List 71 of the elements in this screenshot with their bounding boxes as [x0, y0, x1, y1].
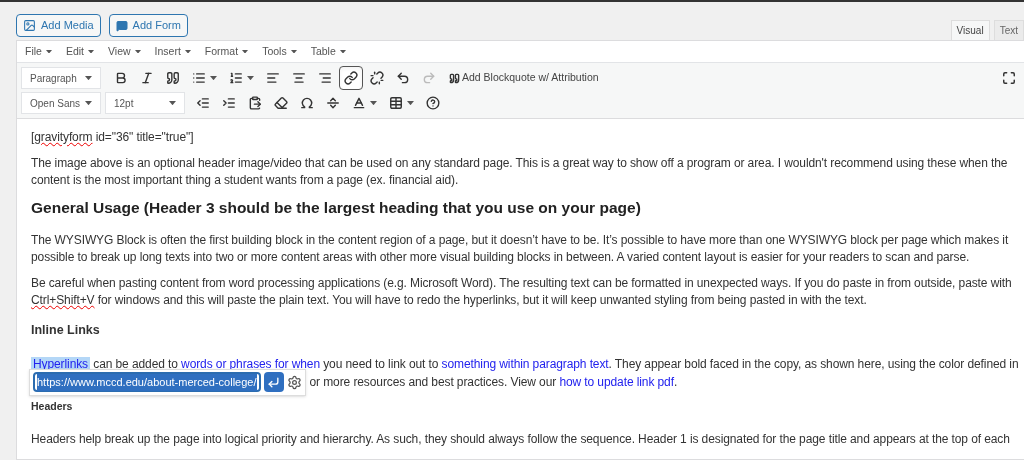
align-center-icon — [292, 71, 306, 85]
toolbar-button[interactable] — [339, 66, 363, 90]
align-right-icon — [318, 71, 332, 85]
clipboard-icon — [248, 96, 262, 110]
omega-icon — [300, 96, 314, 110]
indent-icon — [222, 96, 236, 110]
paragraph: The WYSIWYG Block is often the first building block in the content region of a page, but it doesn’t have to be. It’s possible to have more than one WYSIWYG block per page which makes it possible to break up long texts into two or more content areas with other more visual building blocks in between. A varied content layout is easier for your readers to scan and parse. — [31, 232, 1010, 266]
menu-item[interactable]: Tools — [262, 43, 297, 60]
heading: Inline Links — [31, 322, 101, 339]
caret-icon — [169, 100, 176, 106]
quote-icon — [449, 72, 460, 84]
caret-icon — [134, 49, 141, 54]
editor-tab[interactable]: Text — [993, 20, 1024, 40]
caret-icon — [370, 100, 377, 106]
bold-icon — [114, 71, 128, 85]
caret-icon — [210, 75, 217, 81]
text-link[interactable]: how to update link pdf — [559, 374, 674, 389]
menu-item[interactable]: View — [108, 43, 141, 60]
text-link[interactable]: Hyperlinks — [31, 356, 91, 371]
caret-icon — [45, 49, 52, 54]
size-select[interactable]: 12pt — [105, 92, 185, 114]
menu-item[interactable]: Table — [310, 43, 346, 60]
media-button[interactable]: Add Media — [16, 14, 101, 37]
eraser-icon — [274, 96, 288, 110]
italic-icon — [140, 71, 154, 85]
help-icon — [426, 96, 440, 110]
caret-icon — [339, 49, 346, 54]
caret-icon — [242, 49, 249, 54]
text-link[interactable]: something within paragraph text — [441, 356, 609, 371]
numbered-list-icon — [229, 71, 243, 85]
caret-icon — [88, 49, 94, 54]
format-select[interactable]: Paragraph — [21, 67, 101, 89]
caret-icon — [290, 49, 297, 54]
font-select[interactable]: Open Sans — [21, 92, 101, 114]
media-button[interactable]: Add Form — [108, 14, 188, 37]
undo-icon — [396, 71, 410, 85]
return-icon — [267, 375, 280, 389]
outdent-icon — [196, 96, 210, 110]
unlink-icon — [370, 71, 384, 85]
fullscreen-icon[interactable] — [1002, 71, 1016, 85]
apply-button[interactable] — [263, 372, 284, 393]
paragraph: Headers help break up the page into logical priority and hierarchy. As such, they should always follow the sequence. Header 1 is designated for the page title and appears at the top of each — [31, 430, 1010, 448]
link-icon — [344, 71, 358, 85]
text-link[interactable]: words or phrases for when — [181, 356, 320, 371]
blockquote-button[interactable]: Add Blockquote w/ Attribution — [449, 70, 599, 86]
paragraph: or more resources and best practices. View our how to update link pdf. — [309, 373, 678, 391]
table-icon — [389, 96, 403, 110]
heading: General Usage (Header 3 should be the largest heading that you use on your page) — [31, 198, 642, 218]
media-icon — [23, 19, 36, 32]
caret-icon — [407, 100, 414, 106]
align-left-icon — [266, 71, 280, 85]
editor-tab[interactable]: Visual — [950, 20, 990, 40]
caret-icon — [85, 100, 92, 106]
caret-icon — [85, 75, 92, 81]
heading: Headers — [31, 398, 74, 414]
caret-icon — [184, 49, 191, 54]
bullet-list-icon — [192, 71, 206, 85]
url-field[interactable]: https://www.mccd.edu/about-merced-college/ — [33, 372, 261, 393]
redo-icon — [422, 71, 436, 85]
menu-item[interactable]: File — [25, 43, 52, 60]
separator-icon — [326, 96, 340, 110]
paragraph: [gravityform id="36" title="true"] — [31, 129, 195, 146]
quote-icon — [166, 71, 180, 85]
paragraph: The image above is an optional header image/video that can be used on any standard page. This is a great way to show off a program or area. I wouldn't recommend using these when the content is the most important thing a student wants from a page (ex. financial aid). — [31, 155, 1009, 189]
text-color-icon — [352, 96, 366, 110]
settings-icon[interactable] — [286, 374, 302, 390]
menu-item[interactable]: Insert — [154, 43, 191, 60]
paragraph: Be careful when pasting content from word processing applications (e.g. Microsoft Word). The resulting text can be formatted in unexpected ways. If you do paste in from outside, paste with Ctrl+Shift+V for windows and this will paste the plain text. You will have to redo the hyperlinks, but it will keep unwanted styling from being pasted in with the text. — [31, 275, 1013, 309]
caret-icon — [247, 75, 254, 81]
menu-item[interactable]: Format — [204, 43, 249, 60]
menu-item[interactable]: Edit — [65, 43, 94, 60]
